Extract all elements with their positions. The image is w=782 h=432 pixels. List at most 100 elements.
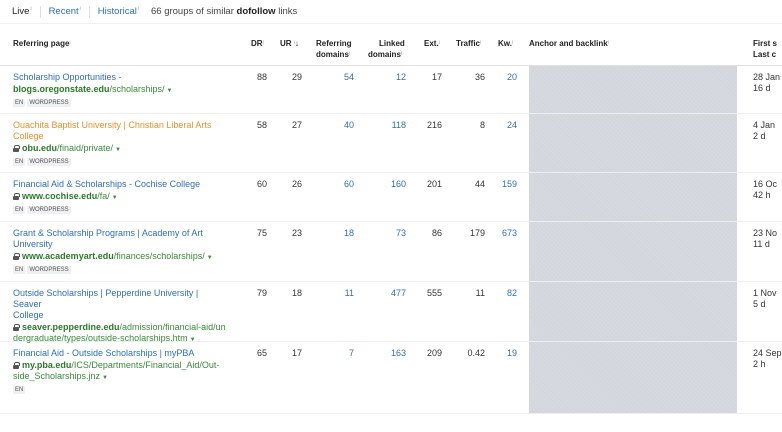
referring-page-title-link[interactable]: Financial Aid - Outside Scholarships | m… <box>13 348 228 359</box>
tag-badge: EN <box>13 266 26 274</box>
referring-domains-link[interactable]: 7 <box>349 348 354 359</box>
first-seen-date: 16 Oc <box>753 179 778 189</box>
ext-value: 555 <box>426 288 442 298</box>
referring-page-url-link[interactable]: blogs.oregonstate.edu/scholarships/▼ <box>13 84 228 97</box>
column-traffic[interactable]: Traffici <box>456 38 481 49</box>
linked-domains-link[interactable]: 477 <box>391 288 406 299</box>
referring-page-title-link[interactable]: Scholarship Opportunities - <box>13 72 228 83</box>
keywords-link[interactable]: 20 <box>507 72 517 83</box>
divider <box>88 5 90 18</box>
page-tags: EN WORDPRESS <box>13 266 228 274</box>
chevron-down-icon[interactable]: ▼ <box>207 255 213 261</box>
tab-live[interactable]: Live i <box>12 6 32 17</box>
column-referring-page[interactable]: Referring pagei <box>13 38 71 49</box>
referring-domains-link[interactable]: 40 <box>344 120 354 131</box>
dr-value: 65 <box>256 348 267 358</box>
referring-page-title-link[interactable]: Outside Scholarships | Pepperdine Univer… <box>13 288 228 321</box>
tab-historical[interactable]: Historical i <box>98 6 139 17</box>
info-icon: i <box>348 51 351 57</box>
info-icon: i <box>511 40 514 46</box>
title-line: College <box>13 131 44 141</box>
referring-domains-link[interactable]: 18 <box>344 228 354 239</box>
referring-page-title-link[interactable]: Grant & Scholarship Programs | Academy o… <box>13 228 228 250</box>
referring-domains-link[interactable]: 60 <box>344 179 354 190</box>
title-line: College <box>13 310 44 320</box>
column-referring-domains[interactable]: Referring domainsi <box>316 38 352 60</box>
linked-domains-link[interactable]: 160 <box>391 179 406 190</box>
lock-icon <box>13 193 20 200</box>
chevron-down-icon[interactable]: ▼ <box>112 195 118 201</box>
dr-value: 79 <box>256 288 267 298</box>
chevron-down-icon[interactable]: ▼ <box>102 375 108 381</box>
info-icon: i <box>137 6 139 12</box>
first-seen-cell: 24 Sep 2 h <box>753 348 782 370</box>
column-ur[interactable]: UR i↓ <box>280 38 299 49</box>
dr-value: 75 <box>256 228 267 238</box>
referring-page-url-link[interactable]: obu.edu/finaid/private/▼ <box>13 143 228 156</box>
referring-page-cell: Outside Scholarships | Pepperdine Univer… <box>13 288 228 346</box>
lock-icon <box>13 362 20 369</box>
linked-domains-link[interactable]: 12 <box>396 72 406 83</box>
first-seen-cell: 1 Nov 5 d <box>753 288 777 310</box>
lock-icon <box>13 253 20 260</box>
traffic-value: 36 <box>474 72 485 82</box>
referring-domains-link[interactable]: 11 <box>345 288 354 299</box>
title-line: University <box>13 239 53 249</box>
referring-page-cell: Financial Aid - Outside Scholarships | m… <box>13 348 228 394</box>
keywords-link[interactable]: 673 <box>502 228 517 239</box>
title-line: Grant & Scholarship Programs | Academy o… <box>13 228 203 238</box>
column-ext[interactable]: Ext.i <box>424 38 440 49</box>
first-seen-date: 23 No <box>753 228 778 238</box>
keywords-link[interactable]: 159 <box>502 179 517 190</box>
linked-domains-link[interactable]: 163 <box>391 348 406 359</box>
referring-page-url-link[interactable]: www.cochise.edu/fa/▼ <box>13 191 228 204</box>
keywords-link[interactable]: 19 <box>507 348 517 359</box>
referring-domains-link[interactable]: 54 <box>344 72 354 83</box>
column-anchor-backlink[interactable]: Anchor and backlinki <box>529 38 609 49</box>
linked-domains-link[interactable]: 73 <box>396 228 406 239</box>
url-path: /finaid/private/ <box>57 143 114 153</box>
chevron-down-icon[interactable]: ▼ <box>115 147 121 153</box>
first-seen-cell: 4 Jan 2 d <box>753 120 775 142</box>
info-icon: i <box>480 40 482 46</box>
column-kw[interactable]: Kw.i <box>498 38 513 49</box>
mode-tabs-bar: Live i Recent i Historical i 66 groups of s… <box>0 0 782 24</box>
url-path: /admission/financial-aid/un <box>119 322 226 332</box>
tab-recent[interactable]: Recent i <box>49 6 81 17</box>
keywords-link[interactable]: 24 <box>507 120 517 131</box>
referring-page-url-link[interactable]: www.academyart.edu/finances/scholarships… <box>13 251 228 264</box>
referring-page-url-link[interactable]: my.pba.edu/ICS/Departments/Financial_Aid… <box>13 360 228 384</box>
tag-badge: EN <box>13 206 26 214</box>
url-domain: seaver.pepperdine.edu <box>22 322 120 332</box>
groups-summary: 66 groups of similar dofollow links <box>150 6 298 17</box>
ext-value: 17 <box>431 72 442 82</box>
sort-desc-icon: ↓ <box>294 39 299 48</box>
divider <box>39 5 41 18</box>
chevron-down-icon[interactable]: ▼ <box>167 88 173 94</box>
url-line: obu.edu/finaid/private/▼ <box>13 143 228 156</box>
column-first-seen[interactable]: First s Last c <box>753 38 777 60</box>
traffic-value: 11 <box>475 288 485 298</box>
tag-badge: EN <box>13 386 26 394</box>
first-seen-date: 24 Sep <box>753 348 782 358</box>
url-domain: obu.edu <box>22 143 57 153</box>
table-header: Referring pagei DRi UR i↓ Referring domai… <box>0 24 782 66</box>
url-line: seaver.pepperdine.edu/admission/financia… <box>13 322 228 333</box>
referring-page-cell: Grant & Scholarship Programs | Academy o… <box>13 228 228 274</box>
keywords-link[interactable]: 82 <box>507 288 517 299</box>
info-icon: i <box>607 40 609 46</box>
title-line: Outside Scholarships | Pepperdine Univer… <box>13 288 199 309</box>
column-dr[interactable]: DRi <box>251 38 264 49</box>
title-line: Financial Aid & Scholarships - Cochise C… <box>13 179 201 189</box>
referring-page-title-link[interactable]: Financial Aid & Scholarships - Cochise C… <box>13 179 228 190</box>
column-linked-domains[interactable]: Linked domainsi <box>368 38 405 60</box>
dr-value: 58 <box>256 120 267 130</box>
info-icon: i <box>79 6 81 12</box>
table-row: Financial Aid & Scholarships - Cochise C… <box>0 173 782 222</box>
page-tags: EN <box>13 386 228 394</box>
ext-value: 86 <box>431 228 442 238</box>
referring-page-cell: Ouachita Baptist University | Christian … <box>13 120 228 166</box>
linked-domains-link[interactable]: 118 <box>392 120 406 131</box>
tag-badge: EN <box>13 99 26 107</box>
referring-page-title-link[interactable]: Ouachita Baptist University | Christian … <box>13 120 228 142</box>
